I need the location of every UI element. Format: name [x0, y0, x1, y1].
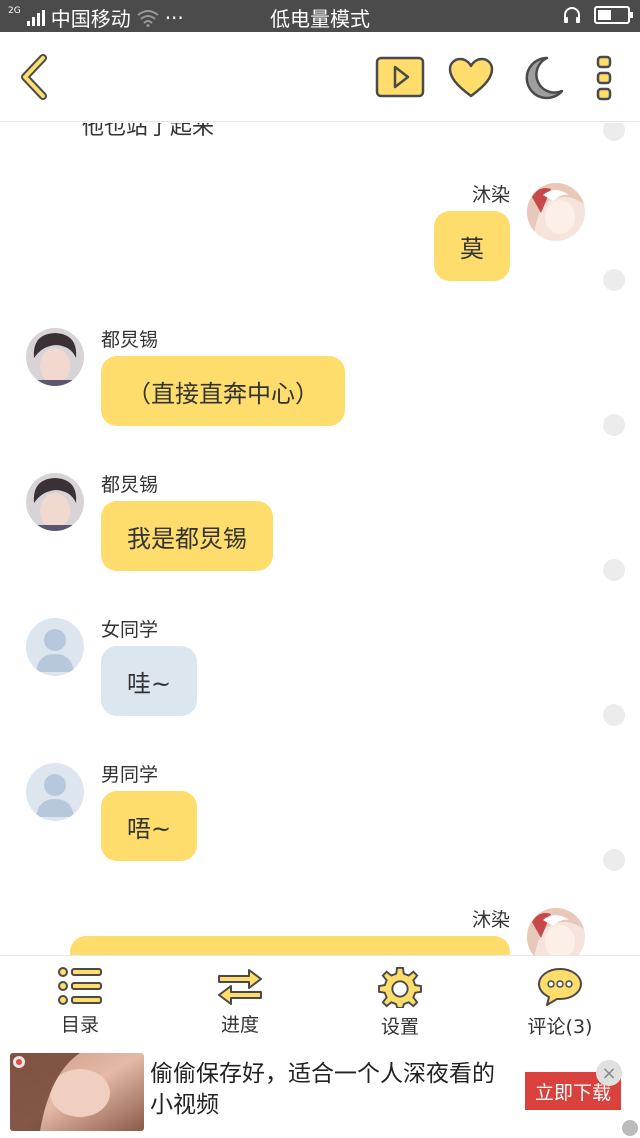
avatar[interactable]: [26, 328, 84, 386]
back-button[interactable]: [14, 52, 54, 102]
status-bar: 2G 中国移动 ··· 低电量模式: [0, 0, 640, 32]
sender-name: 男同学: [101, 764, 159, 786]
ad-image: [10, 1053, 144, 1131]
moon-icon: [525, 56, 564, 100]
message-bubble[interactable]: （直接直奔中心）: [101, 356, 345, 426]
bottom-nav: 目录 进度 设置 评论(3): [0, 955, 640, 1041]
chat-message: 沐染: [0, 903, 640, 955]
nav-label: 进度: [220, 1014, 259, 1036]
avatar[interactable]: [527, 183, 585, 241]
avatar-photo: [26, 473, 84, 531]
list-icon: [58, 967, 102, 1005]
sender-name: 女同学: [101, 619, 159, 641]
nav-item-settings[interactable]: 设置: [320, 956, 480, 1041]
ad-text[interactable]: 偷偷保存好，适合一个人深夜看的小视频: [150, 1059, 510, 1121]
status-dot: [603, 123, 625, 141]
avatar[interactable]: [26, 618, 84, 676]
night-mode-button[interactable]: [518, 54, 566, 102]
heart-icon: [448, 57, 494, 98]
status-dot: [603, 269, 625, 291]
chat-message: 都炅锡 我是都炅锡: [0, 468, 640, 588]
chat-area[interactable]: 他也站了起来 沐染 莫 都炅锡 （直接直奔中心） 都炅锡 我是都炅锡 女同学 哇…: [0, 123, 640, 955]
favorite-button[interactable]: [447, 56, 495, 100]
sender-name: 沐染: [471, 184, 510, 206]
chat-message: 沐染 莫: [0, 178, 640, 298]
avatar-photo: [26, 328, 84, 386]
nav-item-progress[interactable]: 进度: [160, 956, 320, 1041]
sender-name: 沐染: [471, 909, 510, 931]
status-dot: [603, 414, 625, 436]
headphones-icon: [564, 7, 580, 23]
close-icon[interactable]: ×: [596, 1060, 622, 1086]
ad-banner[interactable]: 偷偷保存好，适合一个人深夜看的小视频 立即下载 ×: [0, 1045, 640, 1138]
comment-icon: [538, 968, 582, 1006]
nav-label: 目录: [60, 1014, 99, 1036]
chat-message: 男同学 唔~: [0, 758, 640, 878]
message-bubble[interactable]: 哇~: [101, 646, 198, 716]
ad-badge-icon: [622, 1120, 638, 1136]
message-bubble[interactable]: [70, 936, 510, 955]
swap-arrows-icon: [218, 969, 262, 1005]
avatar-photo: [527, 183, 585, 241]
sender-name: 都炅锡: [101, 329, 159, 351]
battery-level: [598, 10, 611, 20]
status-right: [562, 5, 633, 25]
default-avatar-icon: [26, 763, 84, 821]
message-bubble[interactable]: 莫: [434, 211, 510, 281]
battery-icon: [594, 6, 633, 24]
chat-message: 女同学 哇~: [0, 613, 640, 733]
reader-toolbar: [0, 32, 640, 122]
more-vertical-icon: [596, 55, 612, 101]
nav-label: 设置: [380, 1016, 419, 1038]
avatar[interactable]: [527, 908, 585, 955]
message-bubble[interactable]: 我是都炅锡: [101, 501, 273, 571]
nav-label: 评论(3): [527, 1016, 593, 1038]
message-fragment: 他也站了起来: [82, 123, 215, 140]
status-mode: 低电量模式: [270, 7, 370, 31]
avatar-photo: [527, 908, 585, 955]
avatar[interactable]: [26, 473, 84, 531]
status-dot: [603, 849, 625, 871]
avatar[interactable]: [26, 763, 84, 821]
sender-name: 都炅锡: [101, 474, 159, 496]
message-bubble[interactable]: 唔~: [101, 791, 198, 861]
play-button[interactable]: [375, 56, 425, 98]
more-button[interactable]: [590, 52, 618, 104]
status-dot: [603, 559, 625, 581]
play-icon: [375, 56, 425, 98]
chevron-left-icon: [21, 54, 47, 100]
gear-icon: [378, 966, 422, 1008]
ad-thumbnail[interactable]: [10, 1053, 144, 1131]
default-avatar-icon: [26, 618, 84, 676]
nav-item-comments[interactable]: 评论(3): [480, 956, 640, 1041]
status-dot: [603, 704, 625, 726]
chat-message: 都炅锡 （直接直奔中心）: [0, 323, 640, 443]
nav-item-catalog[interactable]: 目录: [0, 956, 160, 1041]
